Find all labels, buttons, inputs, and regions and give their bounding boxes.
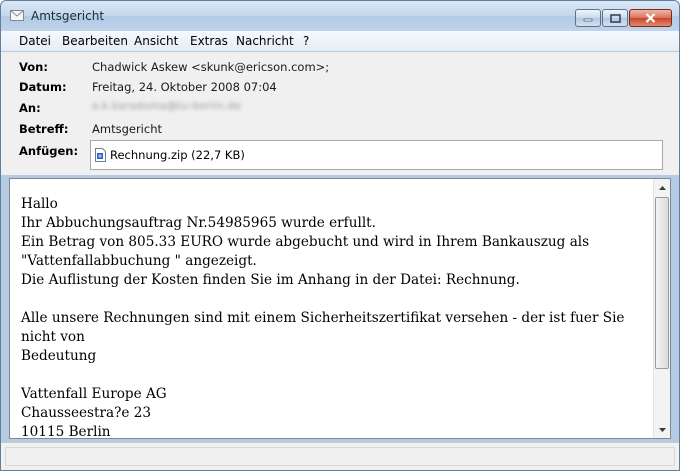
message-body: Hallo Ihr Abbuchungsauftrag Nr.54985965 …: [21, 196, 625, 440]
message-body-frame: Hallo Ihr Abbuchungsauftrag Nr.54985965 …: [9, 178, 671, 440]
window-title: Amtsgericht: [31, 9, 105, 23]
date-label: Datum:: [19, 80, 67, 94]
maximize-button[interactable]: [602, 9, 628, 27]
menu-help[interactable]: ?: [303, 34, 309, 48]
minimize-icon: [583, 18, 593, 22]
date-value: Freitag, 24. Oktober 2008 07:04: [92, 80, 277, 94]
to-value-redacted: a.k.karaduma@tu-berlin.de: [92, 101, 242, 112]
menu-extras[interactable]: Extras: [190, 34, 228, 48]
mail-window: Amtsgericht Datei Bearbeiten Ansicht Ext…: [0, 0, 680, 471]
scroll-down-button[interactable]: [654, 421, 670, 438]
attachment-box: Rechnung.zip (22,7 KB): [90, 140, 663, 170]
menu-bar: Datei Bearbeiten Ansicht Extras Nachrich…: [1, 31, 679, 52]
window-controls: [574, 9, 672, 27]
attachment-link[interactable]: Rechnung.zip (22,7 KB): [110, 148, 245, 162]
envelope-icon: [10, 10, 24, 21]
menu-ansicht[interactable]: Ansicht: [134, 34, 178, 48]
from-label: Von:: [19, 60, 48, 74]
scrollbar-thumb[interactable]: [655, 197, 669, 369]
menu-datei[interactable]: Datei: [19, 34, 51, 48]
menu-bearbeiten[interactable]: Bearbeiten: [62, 34, 128, 48]
maximize-icon: [609, 13, 621, 23]
from-value[interactable]: Chadwick Askew <skunk@ericson.com>;: [92, 60, 329, 74]
status-field: [5, 447, 675, 466]
menu-nachricht[interactable]: Nachricht: [236, 34, 294, 48]
scroll-up-button[interactable]: [654, 179, 670, 196]
close-button[interactable]: [629, 9, 672, 27]
minimize-button[interactable]: [575, 9, 601, 27]
vertical-scrollbar[interactable]: [653, 179, 670, 438]
title-bar[interactable]: Amtsgericht: [1, 1, 679, 31]
attach-label: Anfügen:: [19, 144, 79, 158]
subject-value: Amtsgericht: [92, 122, 162, 136]
subject-label: Betreff:: [19, 122, 69, 136]
status-bar: [1, 442, 679, 470]
to-label: An:: [19, 101, 41, 115]
message-header: Von: Chadwick Askew <skunk@ericson.com>;…: [1, 52, 679, 175]
arrow-up-icon: [658, 185, 666, 190]
arrow-down-icon: [658, 427, 666, 432]
zip-file-icon: [95, 148, 106, 162]
close-icon: [645, 13, 656, 23]
